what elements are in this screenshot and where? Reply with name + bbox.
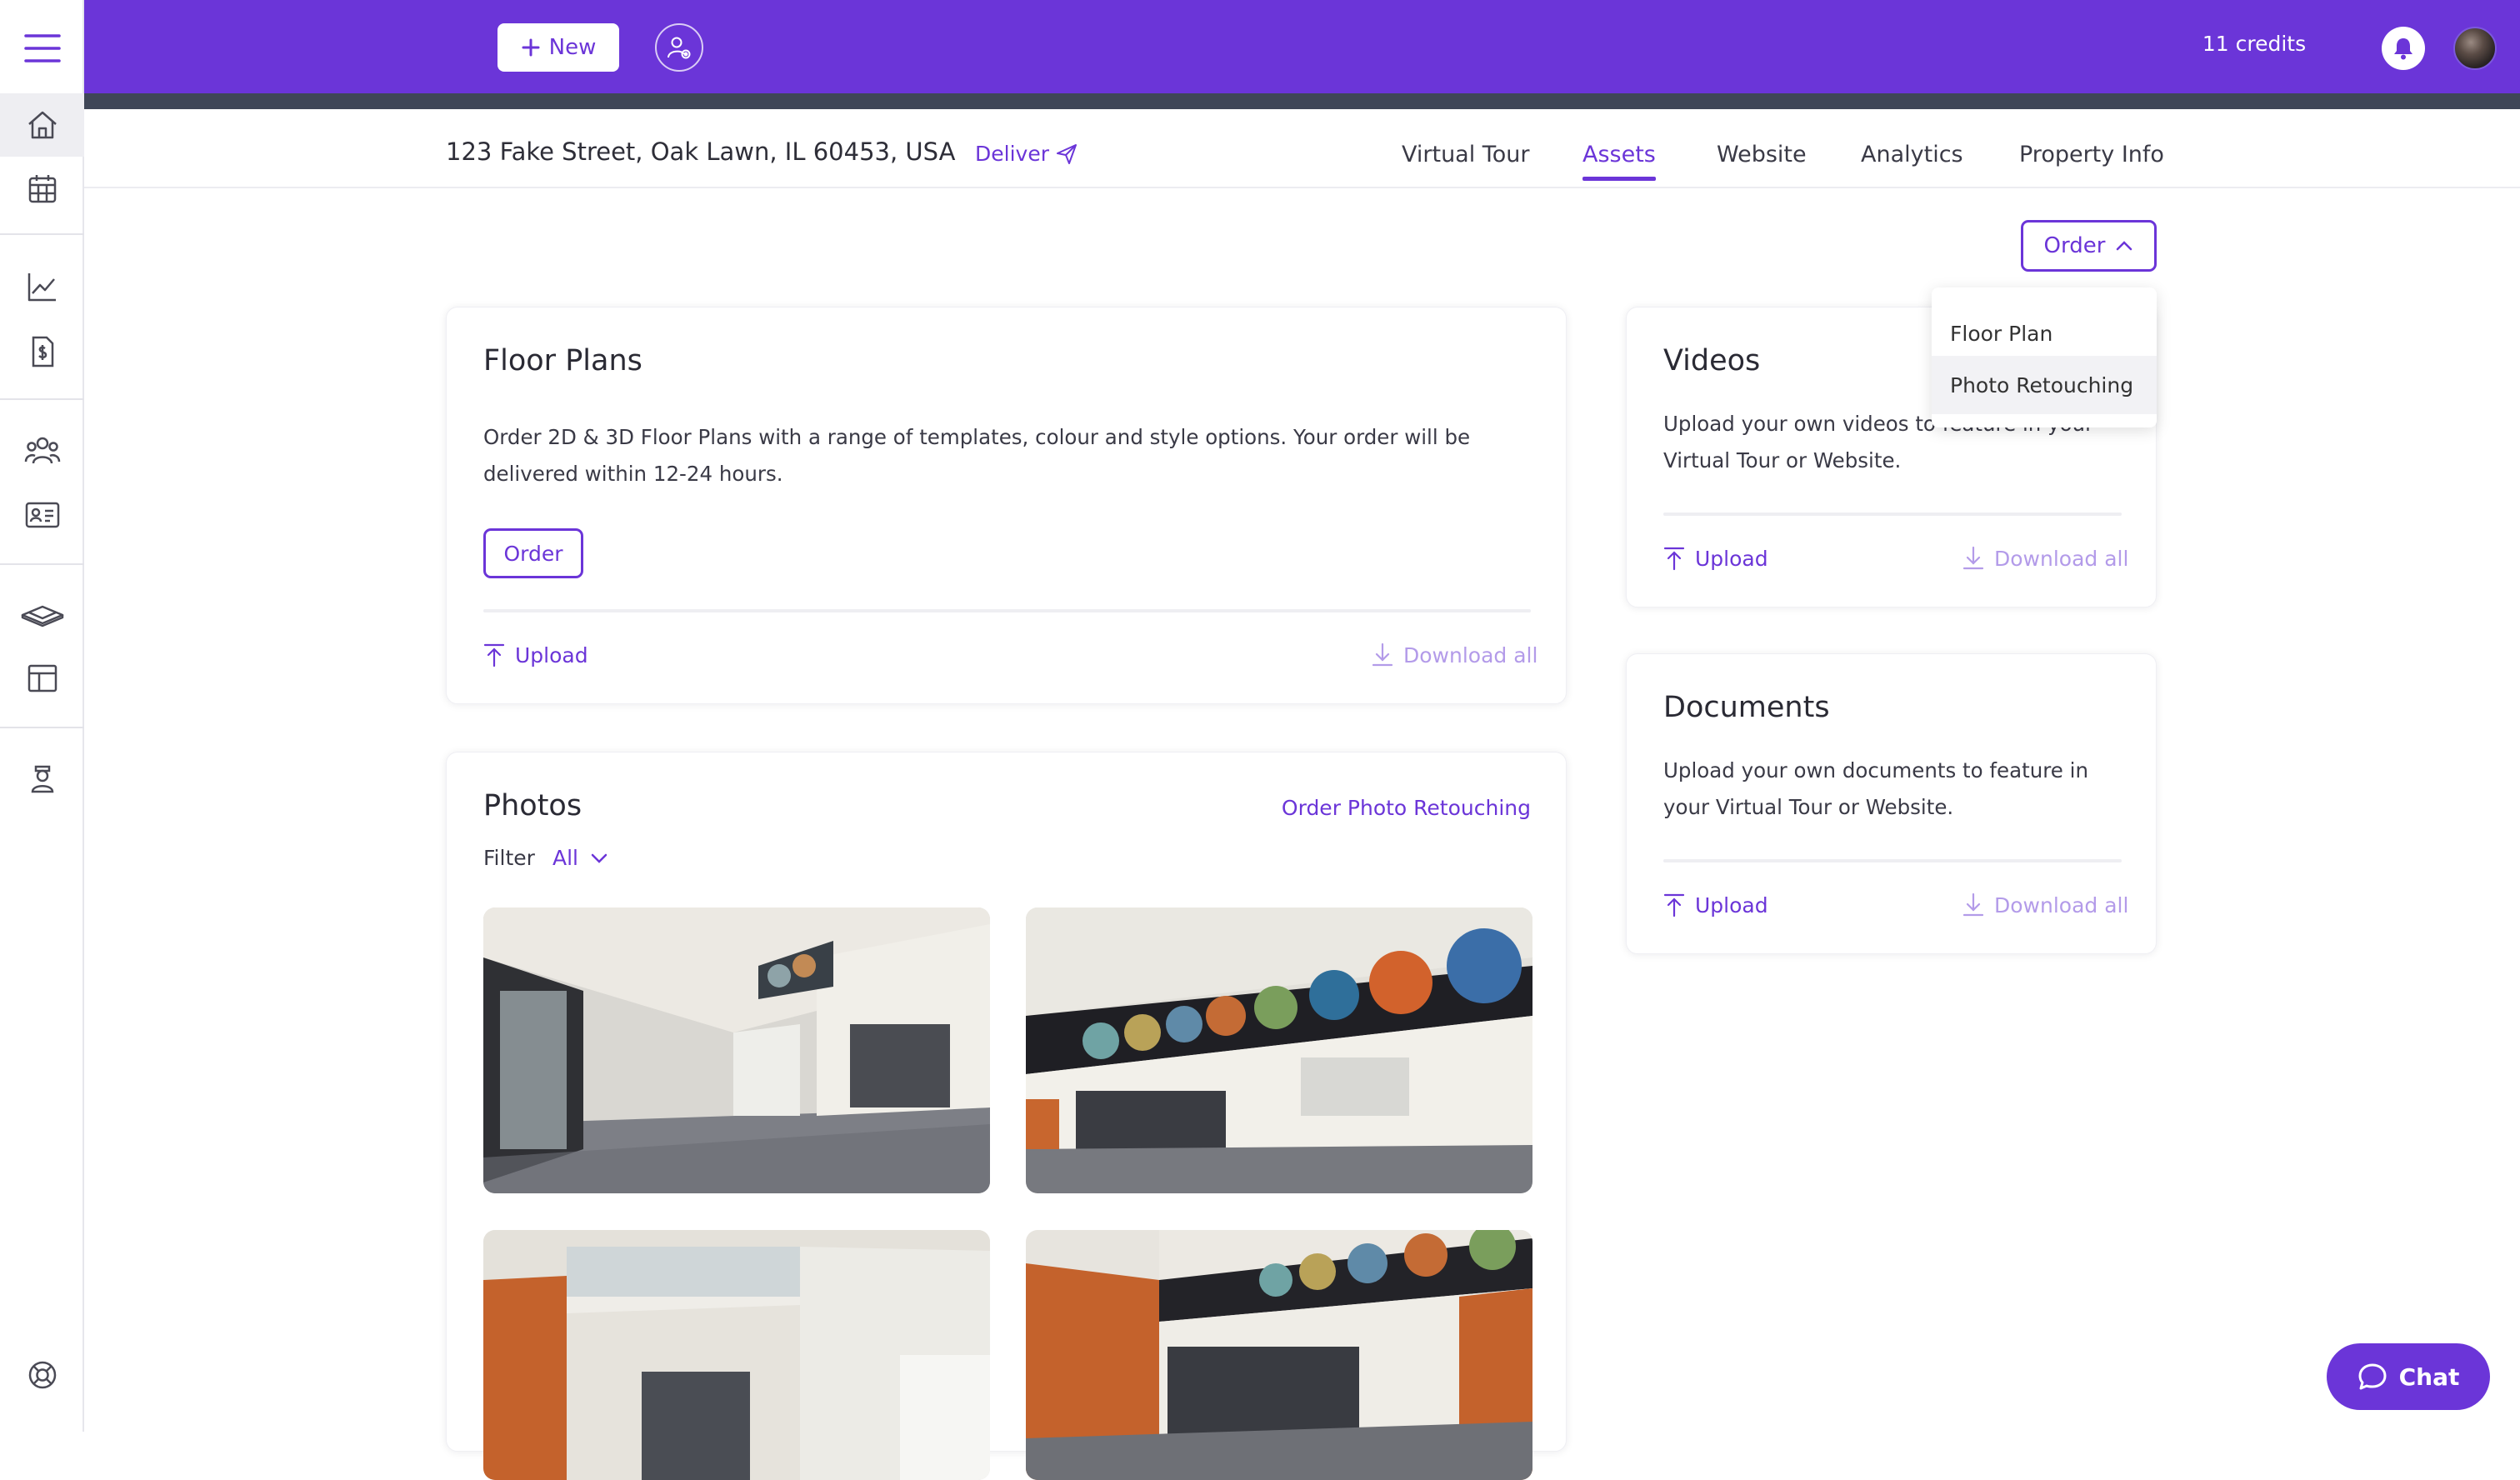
download-label: Download all — [1994, 892, 2129, 918]
floor-plans-title: Floor Plans — [483, 344, 642, 378]
new-button-label: New — [548, 35, 597, 60]
card-divider — [1663, 859, 2122, 862]
deliver-link[interactable]: Deliver — [975, 142, 1078, 166]
tab-analytics[interactable]: Analytics — [1861, 142, 1963, 168]
user-settings-button[interactable] — [655, 23, 703, 72]
active-tab-indicator — [1582, 177, 1656, 181]
menu-item-floor-plan[interactable]: Floor Plan — [1932, 304, 2157, 362]
photos-title: Photos — [483, 789, 582, 822]
menu-item-photo-retouching[interactable]: Photo Retouching — [1932, 356, 2157, 414]
menu-icon — [23, 32, 62, 64]
floor-plan-order-button[interactable]: Order — [483, 528, 583, 578]
documents-title: Documents — [1663, 691, 1830, 724]
calendar-icon — [26, 172, 59, 205]
layout-icon — [26, 662, 59, 695]
documents-upload[interactable]: Upload — [1663, 892, 1768, 918]
photo-thumbnail[interactable] — [1026, 908, 1532, 1193]
floor-plans-download-all[interactable]: Download all — [1372, 642, 1538, 668]
plus-icon — [521, 38, 541, 58]
card-divider — [1663, 512, 2122, 516]
photo-thumbnail[interactable] — [483, 908, 990, 1193]
floor-plans-description: Order 2D & 3D Floor Plans with a range o… — [483, 425, 1471, 486]
avatar[interactable] — [2453, 27, 2497, 70]
home-icon — [26, 108, 59, 142]
rail-divider — [0, 398, 84, 400]
filter-label: Filter — [483, 846, 535, 870]
tabs-divider — [84, 187, 2520, 188]
videos-title: Videos — [1663, 344, 1761, 378]
documents-description: Upload your own documents to feature in … — [1663, 758, 2088, 819]
nav-analytics[interactable] — [0, 255, 84, 318]
documents-download-all[interactable]: Download all — [1962, 892, 2128, 918]
send-icon — [1056, 143, 1078, 165]
order-dropdown-button[interactable]: Order — [2021, 220, 2157, 272]
nav-invoices[interactable] — [0, 320, 84, 383]
top-bar-strip — [84, 93, 2520, 109]
nav-tours[interactable] — [0, 583, 84, 647]
download-label: Download all — [1994, 546, 2129, 571]
download-icon — [1962, 892, 1984, 918]
chat-button[interactable]: Chat — [2327, 1343, 2490, 1410]
new-button[interactable]: New — [498, 23, 619, 72]
rail-divider — [0, 563, 84, 565]
chevron-up-icon — [2115, 240, 2133, 252]
download-label: Download all — [1403, 642, 1538, 668]
upload-label: Upload — [515, 642, 588, 668]
upload-label: Upload — [1695, 546, 1768, 571]
documents-card: Documents Upload your own documents to f… — [1626, 653, 2157, 954]
nav-agents[interactable] — [0, 747, 84, 810]
upload-label: Upload — [1695, 892, 1768, 918]
photos-card: Photos Order Photo Retouching Filter All — [446, 752, 1567, 1480]
floor-plans-upload[interactable]: Upload — [483, 642, 588, 668]
nav-contacts[interactable] — [0, 483, 84, 547]
download-icon — [1372, 642, 1393, 668]
users-icon — [24, 433, 61, 467]
order-photo-retouching-link[interactable]: Order Photo Retouching — [1282, 796, 1531, 820]
nav-home[interactable] — [0, 93, 84, 157]
chart-icon — [26, 270, 59, 303]
card-divider — [483, 609, 1531, 612]
top-bar — [84, 0, 2520, 93]
chevron-down-icon — [590, 852, 608, 864]
photo-thumbnail[interactable] — [1026, 1230, 1532, 1480]
nav-team[interactable] — [0, 418, 84, 482]
bell-icon — [2392, 37, 2414, 60]
order-dropdown-menu: Floor Plan Photo Retouching — [1932, 288, 2157, 428]
rail-divider — [0, 233, 84, 235]
rail-divider — [0, 727, 84, 728]
menu-button[interactable] — [0, 17, 84, 80]
chat-label: Chat — [2398, 1362, 2460, 1391]
filter-select[interactable]: All — [552, 846, 608, 870]
nav-calendar[interactable] — [0, 157, 84, 220]
floor-plans-card: Floor Plans Order 2D & 3D Floor Plans wi… — [446, 307, 1567, 704]
agent-icon — [26, 762, 59, 795]
chat-icon — [2358, 1362, 2388, 1391]
help-icon — [26, 1358, 59, 1392]
credits-count: 11 credits — [2202, 32, 2307, 56]
left-rail — [0, 0, 84, 1432]
upload-icon — [1663, 546, 1685, 571]
contact-card-icon — [24, 498, 61, 532]
videos-upload[interactable]: Upload — [1663, 546, 1768, 571]
videos-download-all[interactable]: Download all — [1962, 546, 2128, 571]
user-settings-icon — [666, 34, 692, 61]
upload-icon — [483, 642, 505, 668]
tab-property-info[interactable]: Property Info — [2019, 142, 2164, 168]
deliver-label: Deliver — [975, 142, 1049, 166]
order-dropdown-label: Order — [2043, 233, 2106, 258]
nav-templates[interactable] — [0, 647, 84, 710]
invoice-icon — [26, 335, 59, 368]
tab-virtual-tour[interactable]: Virtual Tour — [1402, 142, 1529, 168]
nav-help[interactable] — [0, 1343, 84, 1407]
download-icon — [1962, 546, 1984, 571]
upload-icon — [1663, 892, 1685, 918]
layers-icon — [20, 598, 65, 632]
property-address: 123 Fake Street, Oak Lawn, IL 60453, USA — [446, 138, 956, 166]
notifications-button[interactable] — [2382, 27, 2425, 70]
tab-website[interactable]: Website — [1717, 142, 1807, 168]
filter-value: All — [552, 846, 578, 870]
tab-assets[interactable]: Assets — [1582, 142, 1656, 168]
photo-thumbnail[interactable] — [483, 1230, 990, 1480]
